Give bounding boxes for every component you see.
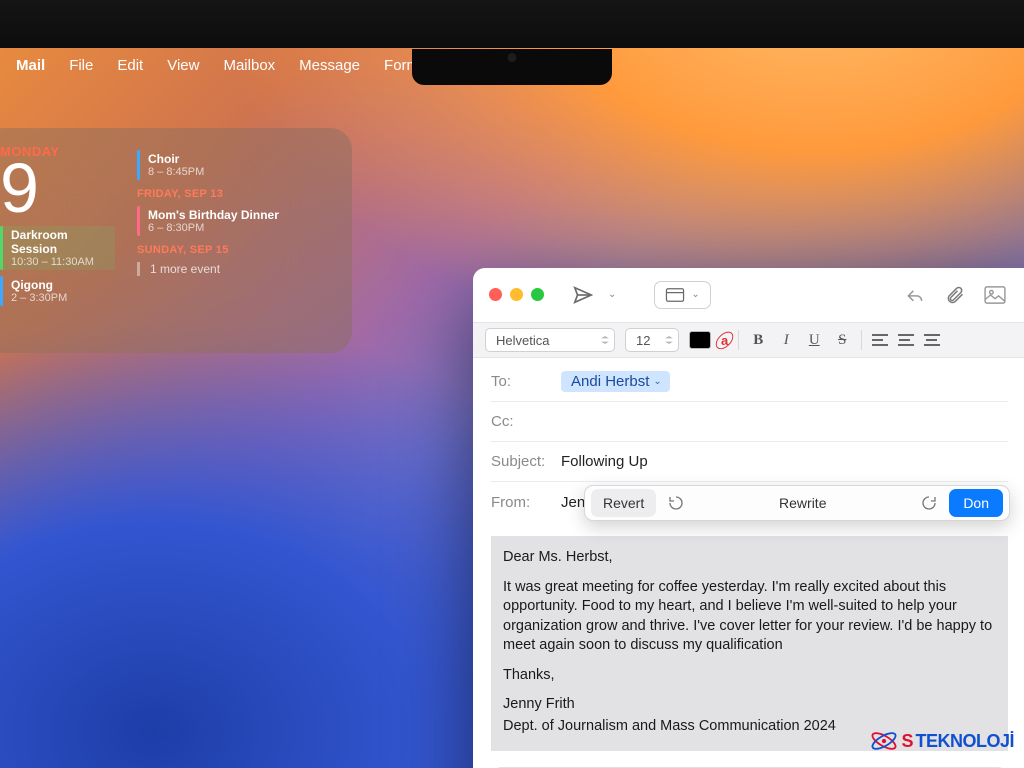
menu-file[interactable]: File — [69, 57, 93, 74]
header-fields-button[interactable]: ⌄ — [654, 281, 710, 309]
event-darkroom[interactable]: Darkroom Session 10:30 – 11:30AM — [0, 226, 115, 270]
calendar-date: 9 — [0, 157, 115, 220]
event-mom-dinner[interactable]: Mom's Birthday Dinner 6 – 8:30PM — [137, 206, 334, 236]
subject-value[interactable]: Following Up — [561, 453, 648, 470]
calendar-widget[interactable]: MONDAY 9 Darkroom Session 10:30 – 11:30A… — [0, 128, 352, 353]
to-row[interactable]: To: Andi Herbst⌄ — [491, 362, 1008, 402]
text-color-button[interactable]: a — [721, 333, 728, 348]
event-qigong[interactable]: Qigong 2 – 3:30PM — [0, 276, 115, 306]
label-friday: FRIDAY, SEP 13 — [137, 188, 334, 200]
atom-icon — [869, 728, 899, 754]
window-toolbar: ⌄ ⌄ — [473, 268, 1024, 322]
align-right-button[interactable] — [924, 334, 940, 346]
from-label: From: — [491, 494, 561, 511]
rewrite-toolbar: Revert Rewrite Don — [584, 485, 1010, 521]
menu-view[interactable]: View — [167, 57, 199, 74]
body-paragraph: It was great meeting for coffee yesterda… — [503, 578, 996, 656]
send-button[interactable] — [568, 282, 598, 308]
underline-button[interactable]: U — [805, 332, 823, 349]
photo-button[interactable] — [980, 282, 1010, 308]
strike-button[interactable]: S — [833, 332, 851, 349]
watermark: STEKNOLOJİ — [869, 728, 1014, 754]
compose-window: ⌄ ⌄ Helvetica 12 a B I U — [473, 268, 1024, 768]
bold-button[interactable]: B — [749, 332, 767, 349]
cc-label: Cc: — [491, 413, 561, 430]
window-controls — [489, 288, 544, 301]
align-left-button[interactable] — [872, 334, 888, 346]
rewrite-title: Rewrite — [696, 495, 909, 511]
font-size-select[interactable]: 12 — [625, 328, 679, 352]
minimize-button[interactable] — [510, 288, 523, 301]
close-button[interactable] — [489, 288, 502, 301]
menu-edit[interactable]: Edit — [117, 57, 143, 74]
revert-button[interactable]: Revert — [591, 489, 656, 517]
undo-icon[interactable] — [664, 491, 688, 515]
message-body-selection[interactable]: Dear Ms. Herbst, It was great meeting fo… — [491, 536, 1008, 751]
body-greeting: Dear Ms. Herbst, — [503, 548, 996, 568]
format-toolbar: Helvetica 12 a B I U S — [473, 322, 1024, 358]
zoom-button[interactable] — [531, 288, 544, 301]
font-select[interactable]: Helvetica — [485, 328, 615, 352]
app-name[interactable]: Mail — [16, 57, 45, 74]
subject-label: Subject: — [491, 453, 561, 470]
align-center-button[interactable] — [898, 334, 914, 346]
italic-button[interactable]: I — [777, 332, 795, 349]
menu-message[interactable]: Message — [299, 57, 360, 74]
text-color-swatch[interactable] — [689, 331, 711, 349]
cc-row[interactable]: Cc: — [491, 402, 1008, 442]
recipient-token[interactable]: Andi Herbst⌄ — [561, 371, 670, 392]
reply-button[interactable] — [900, 282, 930, 308]
body-thanks: Thanks, — [503, 666, 996, 686]
from-row[interactable]: From: Jenny Fri Revert Rewrite Don — [491, 482, 1008, 522]
to-label: To: — [491, 373, 561, 390]
event-choir[interactable]: Choir 8 – 8:45PM — [137, 150, 334, 180]
body-signature-name: Jenny Frith — [503, 695, 996, 715]
done-button[interactable]: Don — [949, 489, 1003, 517]
chevron-down-icon[interactable]: ⌄ — [653, 376, 661, 387]
send-menu-chevron-icon[interactable]: ⌄ — [608, 289, 616, 300]
label-sunday: SUNDAY, SEP 15 — [137, 244, 334, 256]
redo-icon[interactable] — [917, 491, 941, 515]
subject-row[interactable]: Subject: Following Up — [491, 442, 1008, 482]
attach-button[interactable] — [940, 282, 970, 308]
menu-mailbox[interactable]: Mailbox — [223, 57, 275, 74]
more-events[interactable]: 1 more event — [137, 262, 334, 276]
